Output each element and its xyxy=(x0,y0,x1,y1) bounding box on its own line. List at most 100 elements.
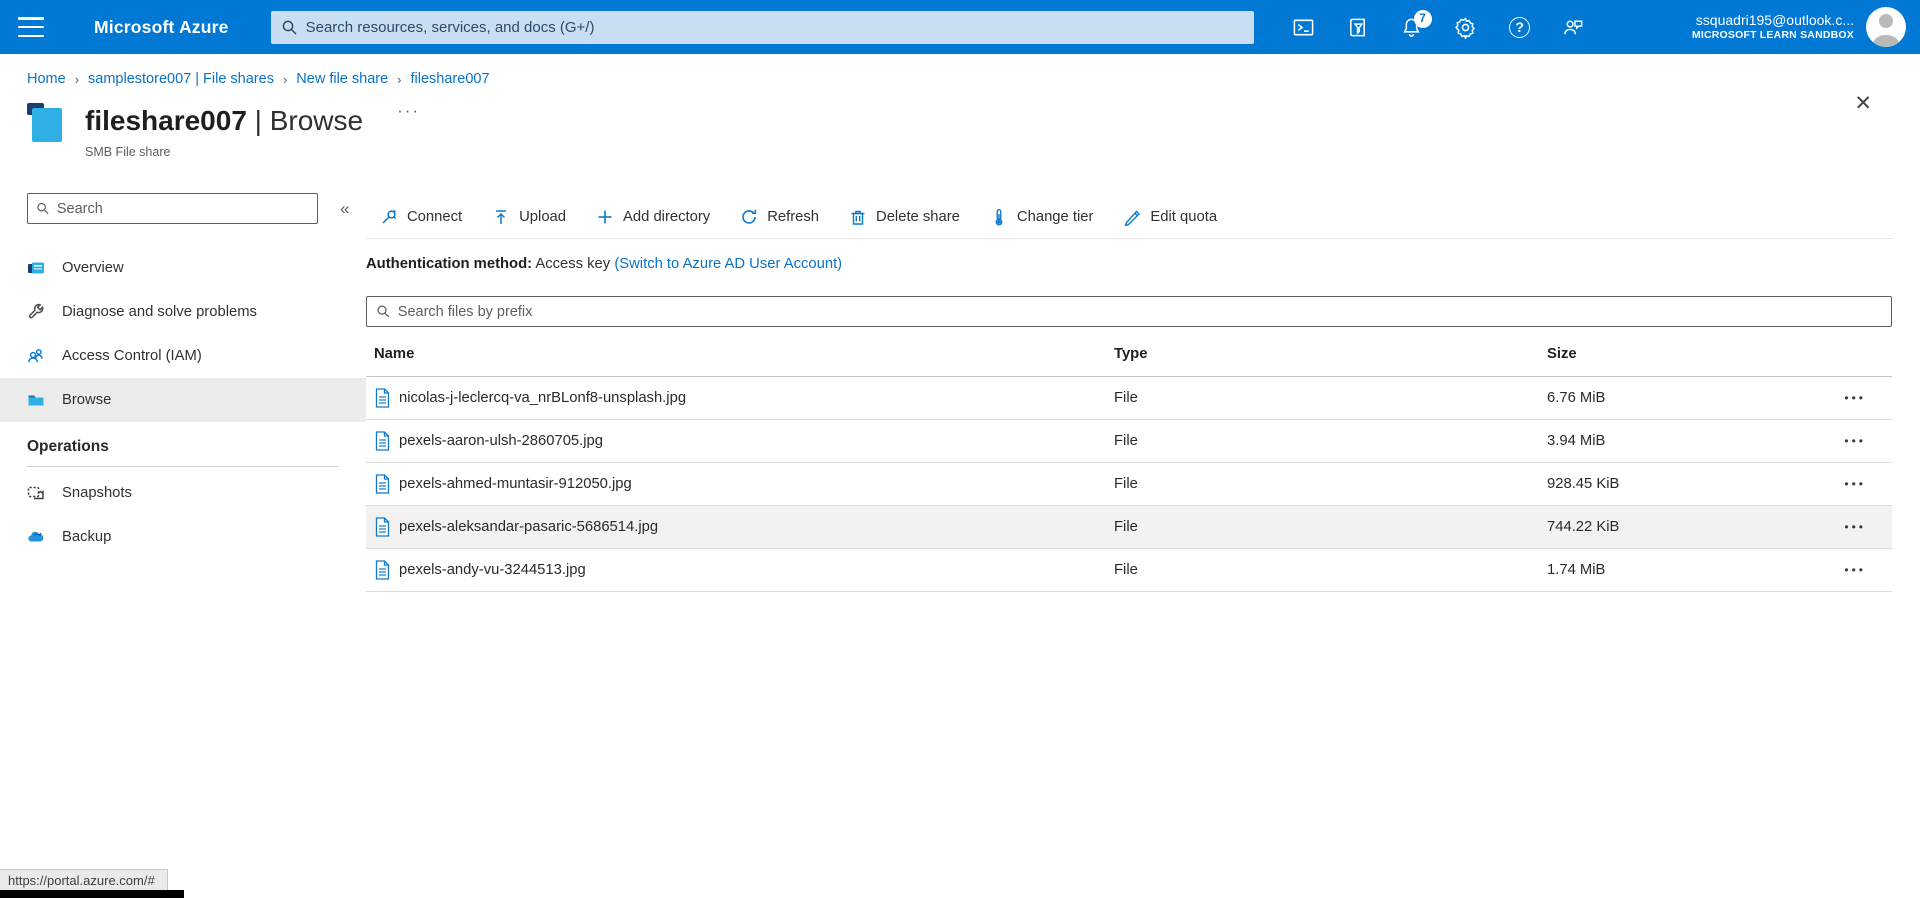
row-menu-icon[interactable]: ••• xyxy=(1808,520,1892,534)
file-prefix-search[interactable] xyxy=(366,296,1892,327)
sidebar-item-diagnose[interactable]: Diagnose and solve problems xyxy=(0,290,366,334)
file-icon xyxy=(375,388,390,408)
browse-blade: Connect Upload Add directory Refresh Del… xyxy=(366,193,1920,592)
azure-top-bar: Microsoft Azure 7 ? ssquadri195@outlook.… xyxy=(0,0,1920,54)
file-icon xyxy=(375,474,390,494)
help-icon[interactable]: ? xyxy=(1508,15,1532,39)
people-icon xyxy=(27,347,45,365)
switch-auth-link[interactable]: (Switch to Azure AD User Account) xyxy=(614,256,842,272)
sidebar-item-snapshots[interactable]: Snapshots xyxy=(0,471,366,515)
table-row[interactable]: pexels-aleksandar-pasaric-5686514.jpg Fi… xyxy=(366,506,1892,549)
more-commands-icon[interactable]: ··· xyxy=(397,101,420,121)
directory-filter-icon[interactable] xyxy=(1346,15,1370,39)
file-type: File xyxy=(1114,433,1138,449)
table-row[interactable]: pexels-aaron-ulsh-2860705.jpg File 3.94 … xyxy=(366,420,1892,463)
add-directory-button[interactable]: Add directory xyxy=(584,202,722,232)
file-name: pexels-andy-vu-3244513.jpg xyxy=(399,562,586,578)
edit-quota-button[interactable]: Edit quota xyxy=(1111,202,1229,232)
sidebar-item-access-control[interactable]: Access Control (IAM) xyxy=(0,334,366,378)
connect-icon xyxy=(382,209,397,224)
row-menu-icon[interactable]: ••• xyxy=(1808,391,1892,405)
avatar[interactable] xyxy=(1866,7,1906,47)
menu-search-input[interactable] xyxy=(56,200,309,217)
wrench-icon xyxy=(27,303,45,321)
table-header: Name Type Size xyxy=(366,332,1892,377)
status-url-tooltip: https://portal.azure.com/# xyxy=(0,869,168,890)
file-prefix-search-input[interactable] xyxy=(397,303,1882,320)
sidebar-item-label: Backup xyxy=(62,529,112,545)
upload-icon xyxy=(496,209,507,224)
row-menu-icon[interactable]: ••• xyxy=(1808,477,1892,491)
chevron-right-icon: › xyxy=(282,71,288,87)
column-header-type: Type xyxy=(1114,346,1148,362)
connect-button[interactable]: Connect xyxy=(368,202,474,232)
breadcrumb-new-file-share[interactable]: New file share xyxy=(296,71,388,87)
auth-label: Authentication method: xyxy=(366,256,533,272)
trash-icon xyxy=(851,210,865,225)
page-title: fileshare007 | Browse xyxy=(85,105,364,136)
table-row[interactable]: pexels-ahmed-muntasir-912050.jpg File 92… xyxy=(366,463,1892,506)
table-row[interactable]: pexels-andy-vu-3244513.jpg File 1.74 MiB… xyxy=(366,549,1892,592)
refresh-icon xyxy=(742,209,757,224)
file-icon xyxy=(375,560,390,580)
sidebar-item-label: Access Control (IAM) xyxy=(62,348,202,364)
breadcrumb-home[interactable]: Home xyxy=(27,71,66,87)
file-size: 6.76 MiB xyxy=(1547,390,1606,406)
breadcrumb-storage-account[interactable]: samplestore007 | File shares xyxy=(88,71,274,87)
column-header-size: Size xyxy=(1547,346,1577,362)
authentication-method: Authentication method: Access key (Switc… xyxy=(366,256,1892,272)
page-header: fileshare007 | Browse ··· ✕ xyxy=(0,87,1920,143)
file-icon xyxy=(375,431,390,451)
collapse-menu-icon[interactable]: « xyxy=(340,199,349,219)
sidebar-item-browse[interactable]: Browse xyxy=(0,378,366,422)
file-icon xyxy=(375,517,390,537)
operations-section: Operations Snapshots Backup xyxy=(0,438,366,559)
resource-menu: « Overview Diagnose and solve problems A… xyxy=(0,193,366,559)
sidebar-item-overview[interactable]: Overview xyxy=(0,246,366,290)
file-type: File xyxy=(1114,519,1138,535)
file-name: pexels-ahmed-muntasir-912050.jpg xyxy=(399,476,632,492)
top-bar-icons: 7 ? xyxy=(1292,10,1586,39)
command-bar: Connect Upload Add directory Refresh Del… xyxy=(366,193,1892,239)
divider xyxy=(27,466,339,467)
file-size: 1.74 MiB xyxy=(1547,562,1606,578)
auth-value: Access key xyxy=(535,256,611,272)
cloud-shell-icon[interactable] xyxy=(1292,15,1316,39)
settings-gear-icon[interactable] xyxy=(1454,15,1478,39)
snapshot-icon xyxy=(27,484,45,502)
file-name: pexels-aaron-ulsh-2860705.jpg xyxy=(399,433,604,449)
search-icon xyxy=(282,20,297,35)
delete-share-button[interactable]: Delete share xyxy=(837,202,972,232)
backup-cloud-icon xyxy=(27,528,45,546)
folder-icon xyxy=(27,391,45,409)
search-icon xyxy=(377,305,390,318)
breadcrumb-fileshare007[interactable]: fileshare007 xyxy=(411,71,490,87)
upload-button[interactable]: Upload xyxy=(480,202,578,232)
overview-icon xyxy=(27,259,45,277)
global-search[interactable] xyxy=(270,10,1254,44)
plus-icon xyxy=(598,210,612,223)
table-row[interactable]: nicolas-j-leclercq-va_nrBLonf8-unsplash.… xyxy=(366,377,1892,420)
close-icon[interactable]: ✕ xyxy=(1854,91,1872,116)
account-menu[interactable]: ssquadri195@outlook.c... MICROSOFT LEARN… xyxy=(1692,12,1854,43)
azure-brand[interactable]: Microsoft Azure xyxy=(94,17,229,38)
change-tier-button[interactable]: Change tier xyxy=(978,202,1106,232)
global-search-input[interactable] xyxy=(305,18,1244,36)
page-subtitle: SMB File share xyxy=(85,145,171,159)
account-tenant: MICROSOFT LEARN SANDBOX xyxy=(1691,29,1854,42)
row-menu-icon[interactable]: ••• xyxy=(1808,563,1892,577)
refresh-button[interactable]: Refresh xyxy=(728,202,831,232)
bottom-edge-strip xyxy=(0,890,184,898)
feedback-icon[interactable] xyxy=(1562,15,1586,39)
hamburger-menu-icon[interactable] xyxy=(18,17,44,37)
sidebar-item-label: Browse xyxy=(62,392,112,408)
sidebar-item-backup[interactable]: Backup xyxy=(0,515,366,559)
row-menu-icon[interactable]: ••• xyxy=(1808,434,1892,448)
sidebar-item-label: Snapshots xyxy=(62,485,132,501)
file-size: 744.22 KiB xyxy=(1547,519,1620,535)
account-email: ssquadri195@outlook.c... xyxy=(1695,11,1854,28)
menu-search[interactable] xyxy=(27,193,318,224)
notifications-bell-icon[interactable]: 7 xyxy=(1400,10,1432,39)
chevron-right-icon: › xyxy=(397,71,402,87)
pencil-icon xyxy=(1125,209,1141,226)
